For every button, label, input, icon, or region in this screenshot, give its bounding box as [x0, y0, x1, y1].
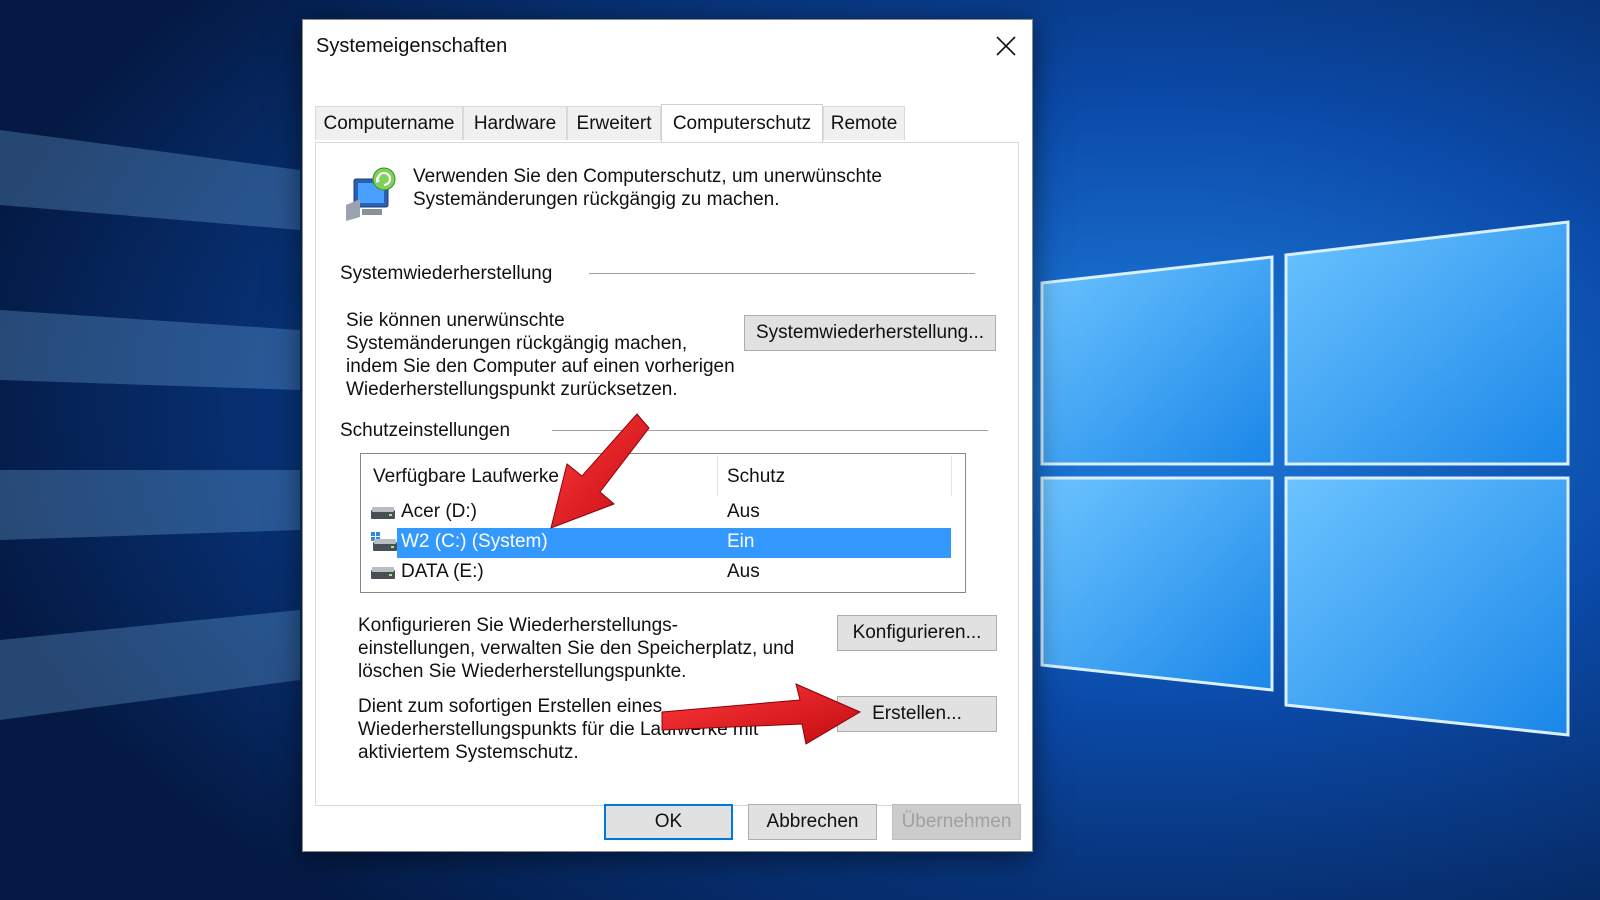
close-icon — [996, 36, 1016, 56]
drives-list[interactable]: Verfügbare Laufwerke Schutz Acer (D:) Au… — [360, 453, 966, 593]
create-desc-line2: Wiederherstellungspunkts für die Laufwer… — [358, 719, 759, 740]
apply-button: Übernehmen — [892, 804, 1021, 840]
restore-desc-line4: Wiederherstellungspunkt zurücksetzen. — [346, 379, 678, 400]
column-separator[interactable] — [951, 456, 952, 496]
column-header-drives[interactable]: Verfügbare Laufwerke — [373, 466, 559, 488]
create-button[interactable]: Erstellen... — [837, 696, 997, 732]
restore-desc-line1: Sie können unerwünschte — [346, 310, 565, 331]
system-protection-icon — [346, 167, 396, 221]
drive-icon — [371, 507, 395, 519]
configure-button[interactable]: Konfigurieren... — [837, 615, 997, 651]
window-title: Systemeigenschaften — [316, 35, 508, 57]
intro-text-line2: Systemänderungen rückgängig zu machen. — [413, 189, 780, 210]
drive-name: W2 (C:) (System) — [401, 531, 548, 552]
system-drive-icon — [371, 532, 397, 551]
column-separator[interactable] — [717, 456, 718, 496]
close-button[interactable] — [980, 20, 1032, 72]
tab-remote[interactable]: Remote — [823, 106, 905, 140]
create-desc-line1: Dient zum sofortigen Erstellen eines — [358, 696, 663, 717]
drive-icon — [371, 567, 395, 579]
restore-desc-line2: Systemänderungen rückgängig machen, — [346, 333, 688, 354]
drive-row-system[interactable]: W2 (C:) (System) Ein — [361, 528, 965, 558]
intro-text-line1: Verwenden Sie den Computerschutz, um une… — [413, 166, 882, 187]
tab-strip: Computername Hardware Erweitert Computer… — [315, 86, 1023, 142]
column-header-protection[interactable]: Schutz — [727, 466, 785, 488]
group-divider — [552, 430, 988, 431]
tab-erweitert[interactable]: Erweitert — [567, 106, 661, 140]
configure-desc-line3: löschen Sie Wiederherstellungspunkte. — [358, 661, 687, 682]
group-label-system-restore: Systemwiederherstellung — [340, 263, 553, 284]
system-properties-dialog: Systemeigenschaften Computername Hardwar… — [302, 19, 1033, 852]
group-divider — [589, 273, 975, 274]
drive-status: Aus — [727, 501, 760, 522]
create-desc-line3: aktiviertem Systemschutz. — [358, 742, 579, 763]
drive-row-data[interactable]: DATA (E:) Aus — [361, 558, 965, 588]
drive-status: Ein — [727, 531, 755, 552]
system-restore-button[interactable]: Systemwiederherstellung... — [744, 315, 996, 351]
drive-name: DATA (E:) — [401, 561, 484, 582]
drive-row-acer[interactable]: Acer (D:) Aus — [361, 498, 965, 528]
drive-status: Aus — [727, 561, 760, 582]
windows-logo — [1040, 220, 1570, 737]
configure-desc-line2: einstellungen, verwalten Sie den Speiche… — [358, 638, 795, 659]
tab-computername[interactable]: Computername — [315, 106, 463, 140]
configure-desc-line1: Konfigurieren Sie Wiederherstellungs- — [358, 615, 678, 636]
computer-protection-panel: Verwenden Sie den Computerschutz, um une… — [315, 142, 1019, 806]
ok-button[interactable]: OK — [604, 804, 733, 840]
cancel-button[interactable]: Abbrechen — [748, 804, 877, 840]
tab-computerschutz[interactable]: Computerschutz — [661, 104, 823, 142]
tab-hardware[interactable]: Hardware — [463, 106, 567, 140]
title-bar: Systemeigenschaften — [303, 20, 1032, 72]
restore-desc-line3: indem Sie den Computer auf einen vorheri… — [346, 356, 735, 377]
list-header: Verfügbare Laufwerke Schutz — [361, 454, 965, 498]
drive-name: Acer (D:) — [401, 501, 477, 522]
group-label-protection-settings: Schutzeinstellungen — [340, 420, 511, 441]
